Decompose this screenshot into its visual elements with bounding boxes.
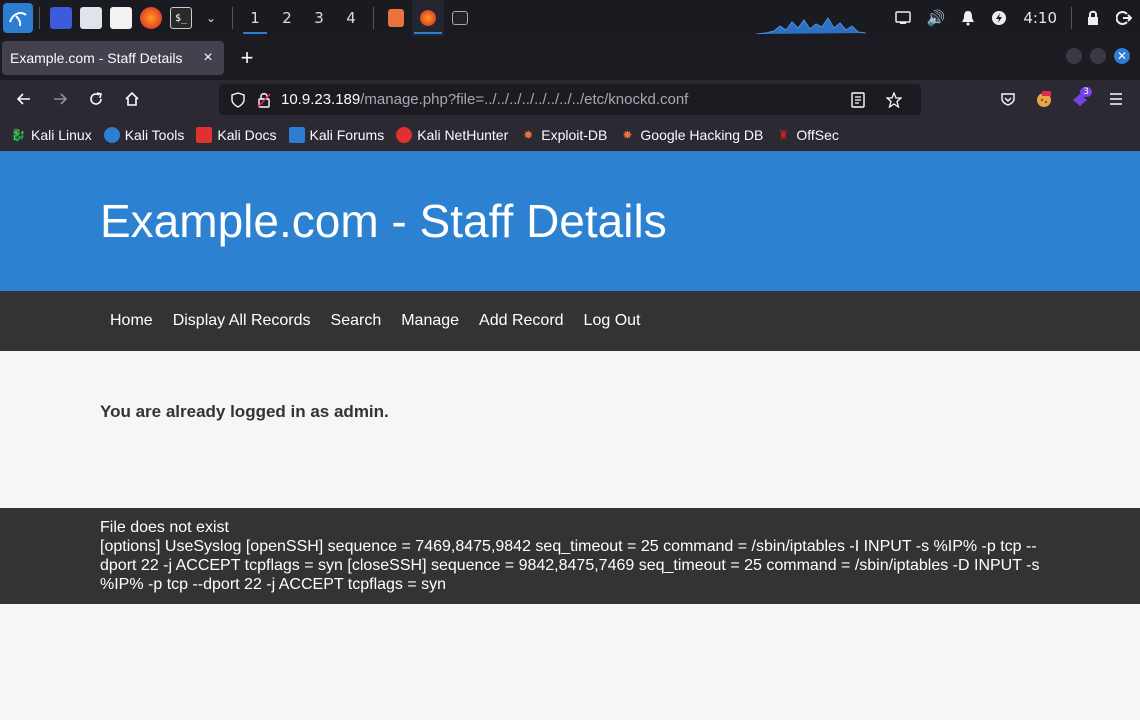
terminal-launcher-icon[interactable]: $_ — [170, 7, 192, 29]
bookmark-google-hacking-db[interactable]: ✸ Google Hacking DB — [619, 127, 763, 143]
bookmark-kali-tools[interactable]: Kali Tools — [103, 126, 185, 143]
file-status-text: File does not exist — [100, 519, 229, 536]
taskbar: $_ ⌄ 1 2 3 4 🔊 4:10 — [0, 0, 1140, 36]
workspace-4[interactable]: 4 — [335, 0, 367, 36]
bookmark-exploit-db[interactable]: ✸ Exploit-DB — [520, 127, 607, 143]
url-bar[interactable]: 10.9.23.189/manage.php?file=../../../../… — [219, 84, 921, 115]
taskbar-separator — [232, 7, 233, 29]
tab-title: Example.com - Staff Details — [10, 50, 183, 66]
taskbar-separator — [373, 7, 374, 29]
kali-forums-icon — [288, 126, 305, 143]
terminal-task[interactable] — [444, 0, 476, 36]
kali-menu-icon[interactable] — [3, 3, 33, 33]
shield-icon[interactable] — [229, 91, 247, 108]
login-status-message: You are already logged in as admin. — [100, 402, 389, 421]
kali-docs-icon — [196, 126, 213, 143]
maximize-button[interactable] — [1090, 48, 1106, 64]
bookmark-kali-linux[interactable]: 🐉 Kali Linux — [10, 127, 92, 143]
site-header: Example.com - Staff Details — [0, 151, 1140, 291]
nav-home-link[interactable]: Home — [100, 312, 163, 330]
app-menu-icon[interactable] — [1098, 83, 1134, 115]
extension-badge: 3 — [1080, 87, 1092, 97]
web-page: Example.com - Staff Details Home Display… — [0, 151, 1140, 720]
reload-button[interactable] — [78, 83, 114, 115]
firefox-icon — [420, 10, 436, 26]
workspace-2[interactable]: 2 — [271, 0, 303, 36]
included-file-content: [options] UseSyslog [openSSH] sequence =… — [100, 538, 1044, 593]
bookmark-label: Kali Linux — [31, 126, 92, 143]
bookmark-star-icon[interactable] — [885, 91, 903, 108]
url-host: 10.9.23.189 — [281, 91, 361, 108]
volume-icon[interactable]: 🔊 — [919, 0, 954, 36]
show-desktop-icon[interactable] — [50, 7, 72, 29]
display-icon[interactable] — [887, 0, 919, 36]
system-tray: 🔊 4:10 — [887, 0, 1140, 36]
back-button[interactable] — [6, 83, 42, 115]
power-manager-icon[interactable] — [983, 0, 1015, 36]
site-nav: Home Display All Records Search Manage A… — [0, 291, 1140, 351]
burp-task[interactable] — [380, 0, 412, 36]
toolbar-right: 3 — [990, 80, 1140, 118]
site-footer: File does not exist [options] UseSyslog … — [0, 508, 1140, 604]
bookmark-label: Kali Tools — [124, 126, 185, 143]
forward-button[interactable] — [42, 83, 78, 115]
firefox-task[interactable] — [412, 0, 444, 36]
reader-view-icon[interactable] — [849, 91, 867, 108]
nav-search-link[interactable]: Search — [321, 312, 392, 330]
bookmark-kali-forums[interactable]: Kali Forums — [288, 126, 385, 143]
offsec-icon: ♜ — [777, 127, 789, 142]
taskbar-separator — [39, 7, 40, 29]
firefox-launcher-icon[interactable] — [140, 7, 162, 29]
bookmark-kali-docs[interactable]: Kali Docs — [196, 126, 277, 143]
file-manager-icon[interactable] — [80, 7, 102, 29]
chevron-down-icon[interactable]: ⌄ — [200, 7, 222, 29]
taskbar-separator — [1071, 7, 1072, 29]
lock-icon[interactable] — [1078, 0, 1108, 36]
bookmark-label: OffSec — [796, 126, 839, 143]
home-button[interactable] — [114, 83, 150, 115]
url-path: /manage.php?file=../../../../../../../..… — [360, 91, 689, 108]
bookmark-label: Exploit-DB — [541, 126, 608, 143]
nav-add-record-link[interactable]: Add Record — [469, 312, 574, 330]
nav-manage-link[interactable]: Manage — [391, 312, 469, 330]
kali-tools-icon — [103, 126, 120, 143]
main-content: You are already logged in as admin. — [0, 351, 1140, 508]
site-title: Example.com - Staff Details — [100, 195, 667, 247]
extension-icon[interactable]: 3 — [1062, 83, 1098, 115]
window-controls: ✕ — [1066, 48, 1130, 64]
bookmark-label: Kali Docs — [217, 126, 277, 143]
notification-bell-icon[interactable] — [953, 0, 983, 36]
tab-strip: Example.com - Staff Details × + ✕ — [0, 36, 1140, 80]
nethunter-icon — [396, 126, 413, 143]
url-text: 10.9.23.189/manage.php?file=../../../../… — [281, 91, 849, 108]
navigation-toolbar: 10.9.23.189/manage.php?file=../../../../… — [0, 80, 1140, 118]
logout-icon[interactable] — [1108, 0, 1140, 36]
browser-tab-active[interactable]: Example.com - Staff Details × — [2, 41, 224, 75]
clock[interactable]: 4:10 — [1015, 0, 1065, 36]
close-tab-icon[interactable]: × — [200, 49, 216, 67]
kali-icon: 🐉 — [10, 127, 26, 142]
bookmark-offsec[interactable]: ♜ OffSec — [775, 127, 839, 143]
exploit-db-icon: ✸ — [523, 127, 534, 142]
cookie-extension-icon[interactable] — [1026, 83, 1062, 115]
insecure-lock-icon[interactable] — [255, 92, 273, 108]
ghdb-icon: ✸ — [622, 127, 633, 142]
bookmark-kali-nethunter[interactable]: Kali NetHunter — [396, 126, 509, 143]
pocket-icon[interactable] — [990, 83, 1026, 115]
terminal-icon — [452, 11, 468, 25]
bookmark-label: Google Hacking DB — [640, 126, 764, 143]
workspace-1[interactable]: 1 — [239, 0, 271, 36]
close-window-button[interactable]: ✕ — [1114, 48, 1130, 64]
workspace-3[interactable]: 3 — [303, 0, 335, 36]
nav-log-out-link[interactable]: Log Out — [574, 312, 651, 330]
bookmark-label: Kali NetHunter — [417, 126, 509, 143]
new-tab-button[interactable]: + — [230, 41, 264, 75]
bookmark-label: Kali Forums — [309, 126, 385, 143]
network-graph-icon — [756, 17, 866, 34]
nav-display-all-records-link[interactable]: Display All Records — [163, 312, 321, 330]
minimize-button[interactable] — [1066, 48, 1082, 64]
bookmarks-toolbar: 🐉 Kali Linux Kali Tools Kali Docs Kali Fo… — [0, 118, 1140, 151]
text-editor-icon[interactable] — [110, 7, 132, 29]
burp-icon — [388, 9, 404, 27]
